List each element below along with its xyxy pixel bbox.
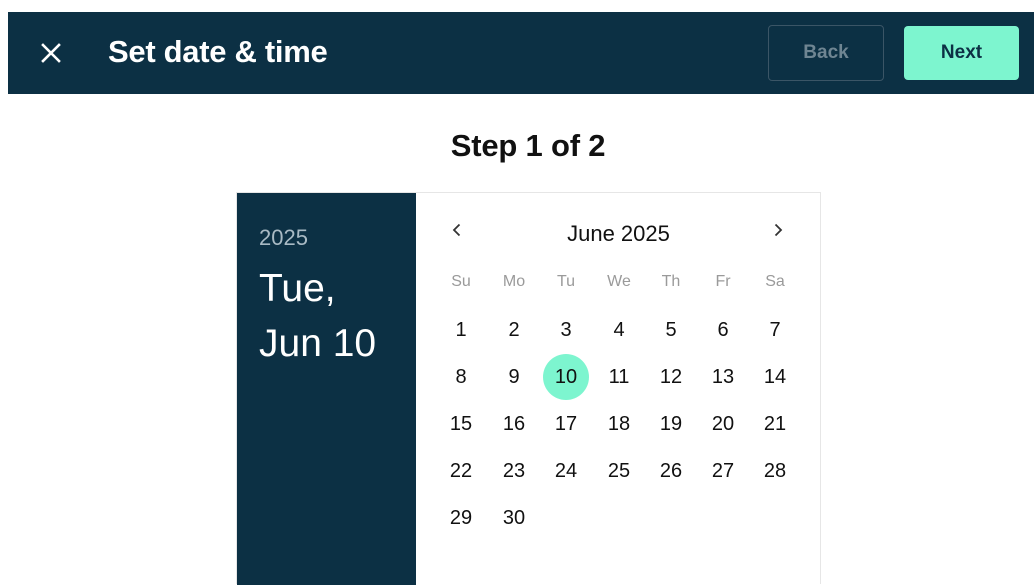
- calendar: June 2025 Su Mo Tu We Th Fr Sa 1 2 3 4 5 6 7 8 9 10 11 12 1…: [416, 193, 821, 585]
- calendar-day[interactable]: 30: [491, 495, 537, 541]
- calendar-day[interactable]: 25: [596, 448, 642, 494]
- weekday-header: Mo: [502, 273, 526, 290]
- selected-date-label: Tue, Jun 10: [259, 267, 377, 365]
- calendar-day[interactable]: 1: [438, 307, 484, 353]
- weekday-header: Su: [451, 273, 471, 290]
- calendar-day[interactable]: 15: [438, 401, 484, 447]
- date-picker: 2025 Tue, Jun 10 June 2025 Su Mo Tu We Th Fr S…: [236, 192, 821, 585]
- calendar-day[interactable]: 24: [543, 448, 589, 494]
- calendar-day[interactable]: 27: [700, 448, 746, 494]
- calendar-day[interactable]: 23: [491, 448, 537, 494]
- calendar-day[interactable]: 3: [543, 307, 589, 353]
- calendar-day[interactable]: 5: [648, 307, 694, 353]
- calendar-day[interactable]: 9: [491, 354, 537, 400]
- calendar-day[interactable]: 22: [438, 448, 484, 494]
- next-button[interactable]: Next: [904, 26, 1019, 80]
- app-bar: Set date & time Back Next: [8, 12, 1034, 94]
- step-indicator: Step 1 of 2: [450, 128, 606, 163]
- calendar-day[interactable]: 13: [700, 354, 746, 400]
- next-month-button[interactable]: [763, 215, 793, 245]
- weekday-header: Th: [661, 273, 681, 290]
- calendar-day[interactable]: 21: [752, 401, 798, 447]
- calendar-day[interactable]: 2: [491, 307, 537, 353]
- month-label: June 2025: [567, 221, 670, 246]
- weekday-header: Tu: [556, 273, 576, 290]
- weekday-header: We: [607, 273, 631, 290]
- calendar-day[interactable]: 11: [596, 354, 642, 400]
- calendar-day[interactable]: 16: [491, 401, 537, 447]
- close-button[interactable]: [34, 36, 68, 70]
- calendar-day[interactable]: 29: [438, 495, 484, 541]
- calendar-day[interactable]: 28: [752, 448, 798, 494]
- calendar-day[interactable]: 26: [648, 448, 694, 494]
- chevron-right-icon: [774, 223, 783, 237]
- calendar-day[interactable]: 18: [596, 401, 642, 447]
- date-picker-header: 2025 Tue, Jun 10: [237, 193, 416, 585]
- weekday-header: Sa: [765, 273, 785, 290]
- calendar-day[interactable]: 6: [700, 307, 746, 353]
- year-label[interactable]: 2025: [259, 225, 308, 251]
- calendar-day[interactable]: 7: [752, 307, 798, 353]
- calendar-day[interactable]: 19: [648, 401, 694, 447]
- page-title: Set date & time: [108, 34, 328, 69]
- calendar-day-selected[interactable]: 10: [543, 354, 589, 400]
- close-icon: [41, 43, 61, 63]
- back-button[interactable]: Back: [768, 25, 884, 81]
- calendar-day[interactable]: 12: [648, 354, 694, 400]
- calendar-day[interactable]: 8: [438, 354, 484, 400]
- calendar-day[interactable]: 14: [752, 354, 798, 400]
- calendar-day[interactable]: 20: [700, 401, 746, 447]
- weekday-header: Fr: [715, 273, 731, 290]
- calendar-day[interactable]: 4: [596, 307, 642, 353]
- calendar-day[interactable]: 17: [543, 401, 589, 447]
